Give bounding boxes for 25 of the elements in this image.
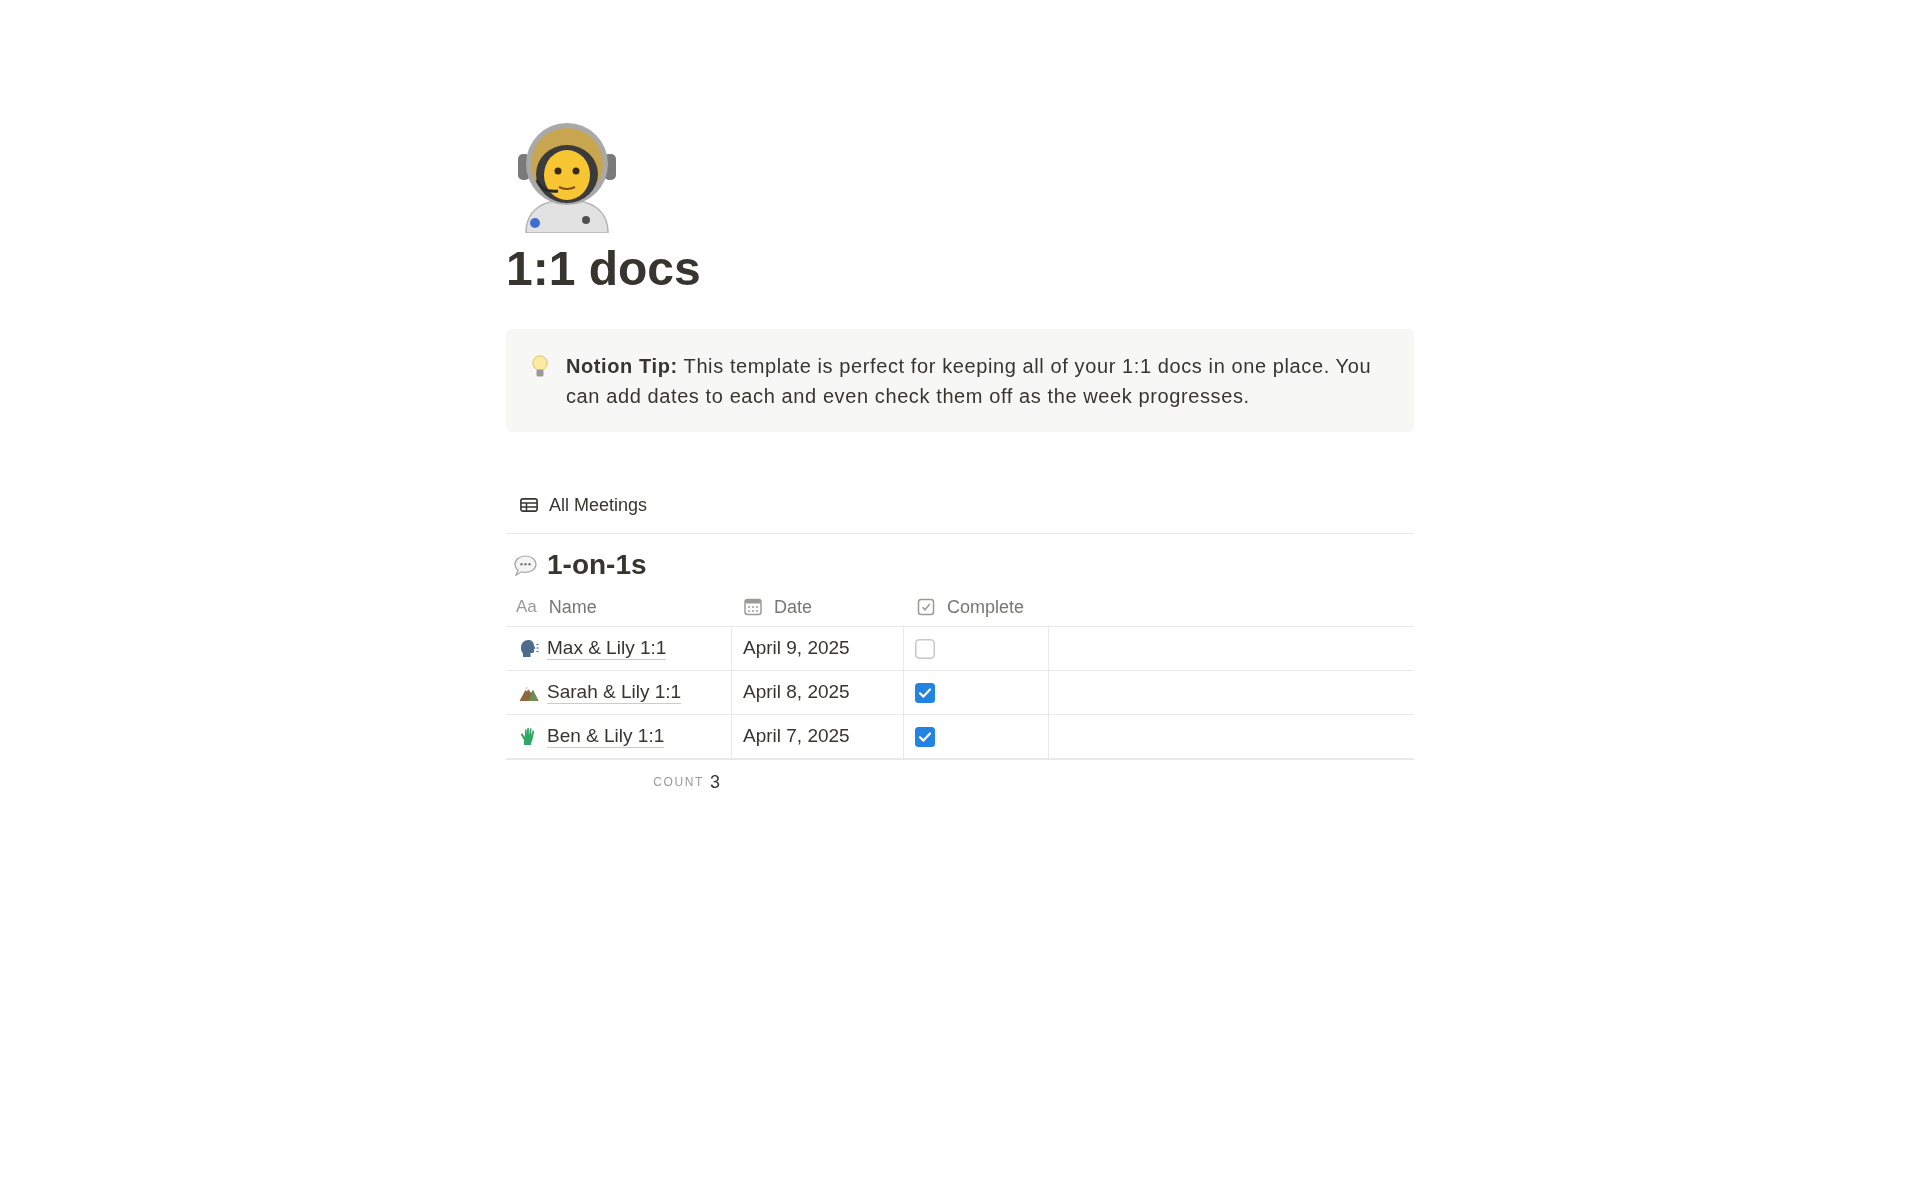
table-icon — [520, 498, 538, 512]
date-text: April 9, 2025 — [743, 636, 850, 661]
column-header[interactable]: Aa Name — [516, 594, 597, 619]
date-text: April 8, 2025 — [743, 680, 850, 705]
count-value: 3 — [710, 770, 720, 793]
checkbox-icon — [917, 597, 935, 616]
page-link[interactable]: Sarah & Lily 1:1 — [547, 681, 682, 704]
date-text: April 7, 2025 — [743, 724, 850, 749]
speaking-head-icon — [519, 639, 539, 658]
column-header[interactable]: Date — [744, 594, 813, 619]
calendar-icon — [744, 597, 762, 616]
page-link[interactable]: Max & Lily 1:1 — [547, 637, 667, 660]
view-tab[interactable]: All Meetings — [506, 486, 656, 524]
speech-bubble-icon — [514, 554, 537, 576]
count-label: COUNT — [653, 773, 704, 790]
column-header[interactable]: Complete — [917, 594, 1025, 619]
lightbulb-icon — [531, 355, 549, 377]
checkbox[interactable] — [915, 682, 935, 703]
database-title: 1-on-1s — [547, 548, 647, 582]
page-link[interactable]: Ben & Lily 1:1 — [547, 725, 665, 748]
callout-text: Notion Tip: This template is perfect for keeping all of your 1:1 docs in one place. You can add dates to each and even check them off as the week progresses. — [566, 354, 1373, 409]
page-title: 1:1 docs — [506, 241, 701, 297]
checkbox[interactable] — [915, 638, 935, 659]
checkbox[interactable] — [915, 726, 935, 747]
text-type-icon: Aa — [516, 596, 537, 617]
